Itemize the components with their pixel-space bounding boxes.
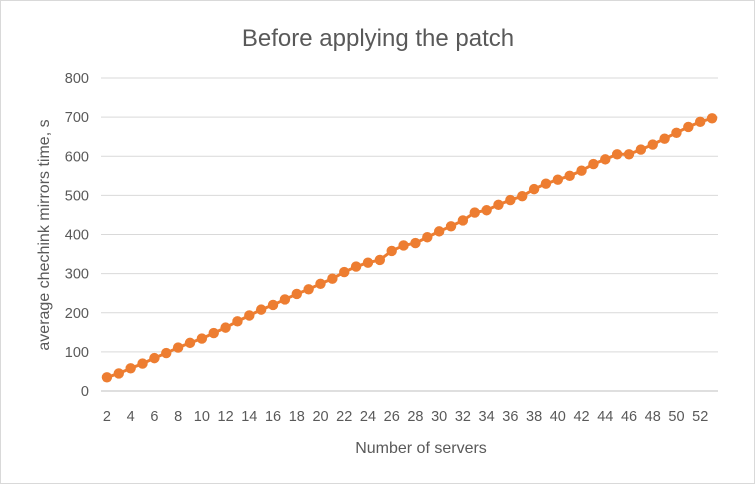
y-tick-label: 700 xyxy=(65,110,89,126)
data-point xyxy=(481,205,492,216)
x-tick-label: 16 xyxy=(265,409,281,425)
data-point xyxy=(635,144,647,155)
x-tick-label: 40 xyxy=(550,409,566,425)
data-point xyxy=(137,358,148,369)
x-tick-label: 46 xyxy=(621,409,637,425)
data-point xyxy=(208,327,219,339)
x-tick-label: 44 xyxy=(597,409,613,425)
x-tick-label: 14 xyxy=(241,409,257,425)
y-tick-label: 200 xyxy=(65,306,89,322)
data-point xyxy=(386,245,397,257)
data-point xyxy=(303,284,314,295)
x-tick-label: 28 xyxy=(407,409,423,425)
data-point xyxy=(101,372,113,383)
x-tick-label: 20 xyxy=(312,409,328,425)
x-axis-ticks: 2 4 6 8 10 12 14 16 18 20 22 24 26 28 30 32 34 36 38 40 42 44… xyxy=(103,409,708,425)
data-point xyxy=(600,154,611,165)
data-point xyxy=(469,207,480,218)
data-point xyxy=(457,215,469,226)
x-tick-label: 26 xyxy=(384,409,400,425)
x-axis-label: Number of servers xyxy=(355,440,487,457)
data-point xyxy=(659,133,670,144)
y-tick-label: 0 xyxy=(81,384,89,400)
x-tick-label: 50 xyxy=(668,409,684,425)
y-tick-label: 500 xyxy=(65,188,89,204)
x-tick-label: 4 xyxy=(127,409,135,425)
x-tick-label: 8 xyxy=(174,409,182,425)
x-tick-label: 42 xyxy=(573,409,589,425)
y-tick-label: 100 xyxy=(65,345,89,361)
data-point xyxy=(517,190,528,202)
data-point xyxy=(184,337,196,349)
line-chart: Before applying the patch 0 100 200 300 400 5… xyxy=(36,25,718,457)
data-point xyxy=(540,178,552,189)
x-tick-label: 18 xyxy=(289,409,305,425)
x-tick-label: 38 xyxy=(526,409,542,425)
data-point xyxy=(196,333,208,344)
data-point xyxy=(683,121,694,133)
data-point xyxy=(220,322,231,333)
data-point xyxy=(623,149,635,160)
x-tick-label: 2 xyxy=(103,409,111,425)
x-tick-label: 10 xyxy=(194,409,210,425)
data-point xyxy=(611,149,623,160)
data-point xyxy=(255,304,267,315)
data-point xyxy=(505,194,516,206)
x-tick-label: 36 xyxy=(502,409,518,425)
data-point xyxy=(339,266,350,278)
x-tick-label: 24 xyxy=(360,409,376,425)
data-point xyxy=(493,199,504,210)
y-tick-label: 400 xyxy=(65,228,89,244)
data-point xyxy=(552,174,564,185)
x-tick-label: 32 xyxy=(455,409,471,425)
y-axis-label: average chechink mirrors time, s xyxy=(36,119,53,350)
data-point xyxy=(410,237,421,249)
data-point xyxy=(267,299,279,311)
y-tick-label: 600 xyxy=(65,149,89,165)
x-tick-label: 22 xyxy=(336,409,352,425)
data-point xyxy=(695,116,706,128)
data-point xyxy=(398,240,409,251)
data-point xyxy=(350,261,362,272)
data-point xyxy=(125,363,136,374)
y-tick-label: 300 xyxy=(65,267,89,283)
chart-title: Before applying the patch xyxy=(242,25,514,52)
x-tick-label: 12 xyxy=(218,409,234,425)
data-point xyxy=(291,288,302,300)
data-point xyxy=(576,165,587,176)
data-point xyxy=(564,170,575,182)
data-point xyxy=(528,183,540,195)
x-tick-label: 6 xyxy=(150,409,158,425)
data-point xyxy=(244,310,255,321)
data-point xyxy=(374,254,386,266)
chart-container: Before applying the patch 0 100 200 300 400 5… xyxy=(0,0,755,484)
data-point xyxy=(315,278,326,289)
data-point xyxy=(279,294,291,305)
data-point xyxy=(445,221,457,232)
data-point xyxy=(161,347,172,359)
data-point xyxy=(588,158,599,170)
data-point xyxy=(113,368,124,379)
data-point xyxy=(433,226,445,237)
data-point xyxy=(362,257,374,268)
data-point xyxy=(671,127,682,138)
data-point xyxy=(327,273,338,284)
x-tick-label: 52 xyxy=(692,409,708,425)
series-layer xyxy=(101,113,718,383)
data-point xyxy=(232,316,243,327)
x-tick-label: 48 xyxy=(645,409,661,425)
data-point xyxy=(422,232,433,243)
data-point xyxy=(706,113,718,124)
data-point xyxy=(172,342,184,353)
x-tick-label: 34 xyxy=(479,409,495,425)
y-tick-label: 800 xyxy=(65,71,89,87)
x-tick-label: 30 xyxy=(431,409,447,425)
data-point xyxy=(149,352,160,364)
y-axis-ticks: 0 100 200 300 400 500 600 700 800 xyxy=(65,71,89,400)
data-point xyxy=(647,139,658,150)
